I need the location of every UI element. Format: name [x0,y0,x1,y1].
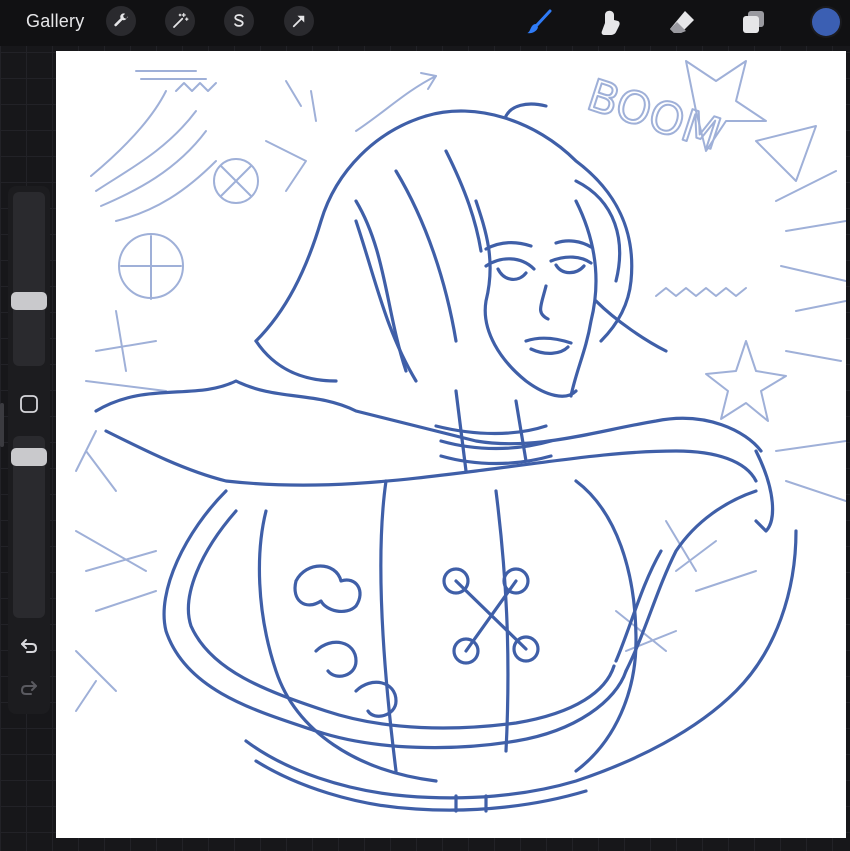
sketch-artwork: BOOM [75,60,846,813]
layers-button[interactable] [740,8,768,36]
left-sidebar [8,186,50,714]
sidebar-drag-handle[interactable] [0,403,4,447]
layers-icon [743,11,764,33]
eraser-tool-button[interactable] [668,8,696,36]
background-doodles: BOOM [75,60,846,712]
smudge-finger-icon [601,10,620,35]
smudge-tool-button[interactable] [596,8,624,36]
selection-s-icon [234,14,244,27]
color-picker-button[interactable] [812,8,840,36]
square-modify-icon [20,395,38,413]
redo-icon [20,681,37,695]
gallery-button[interactable]: Gallery [26,11,84,32]
wrench-icon [114,13,129,27]
undo-icon [21,639,38,653]
selection-button[interactable] [224,6,254,36]
eyedropper-modify-button[interactable] [19,394,39,414]
brush-tool-button[interactable] [525,8,553,36]
brush-size-thumb[interactable] [11,292,47,310]
top-toolbar: Gallery [0,0,850,46]
opacity-slider[interactable] [11,436,47,618]
opacity-thumb[interactable] [11,448,47,466]
brush-icon [527,9,552,34]
arrow-cursor-icon [292,15,305,28]
character-sketch [94,102,798,813]
actions-button[interactable] [106,6,136,36]
eraser-icon [670,11,694,33]
undo-button[interactable] [19,636,39,656]
adjustments-button[interactable] [165,6,195,36]
brush-size-slider[interactable] [11,192,47,366]
redo-button[interactable] [19,678,39,698]
transform-button[interactable] [284,6,314,36]
magic-wand-icon [173,12,189,28]
drawing-canvas[interactable]: BOOM [56,51,846,838]
